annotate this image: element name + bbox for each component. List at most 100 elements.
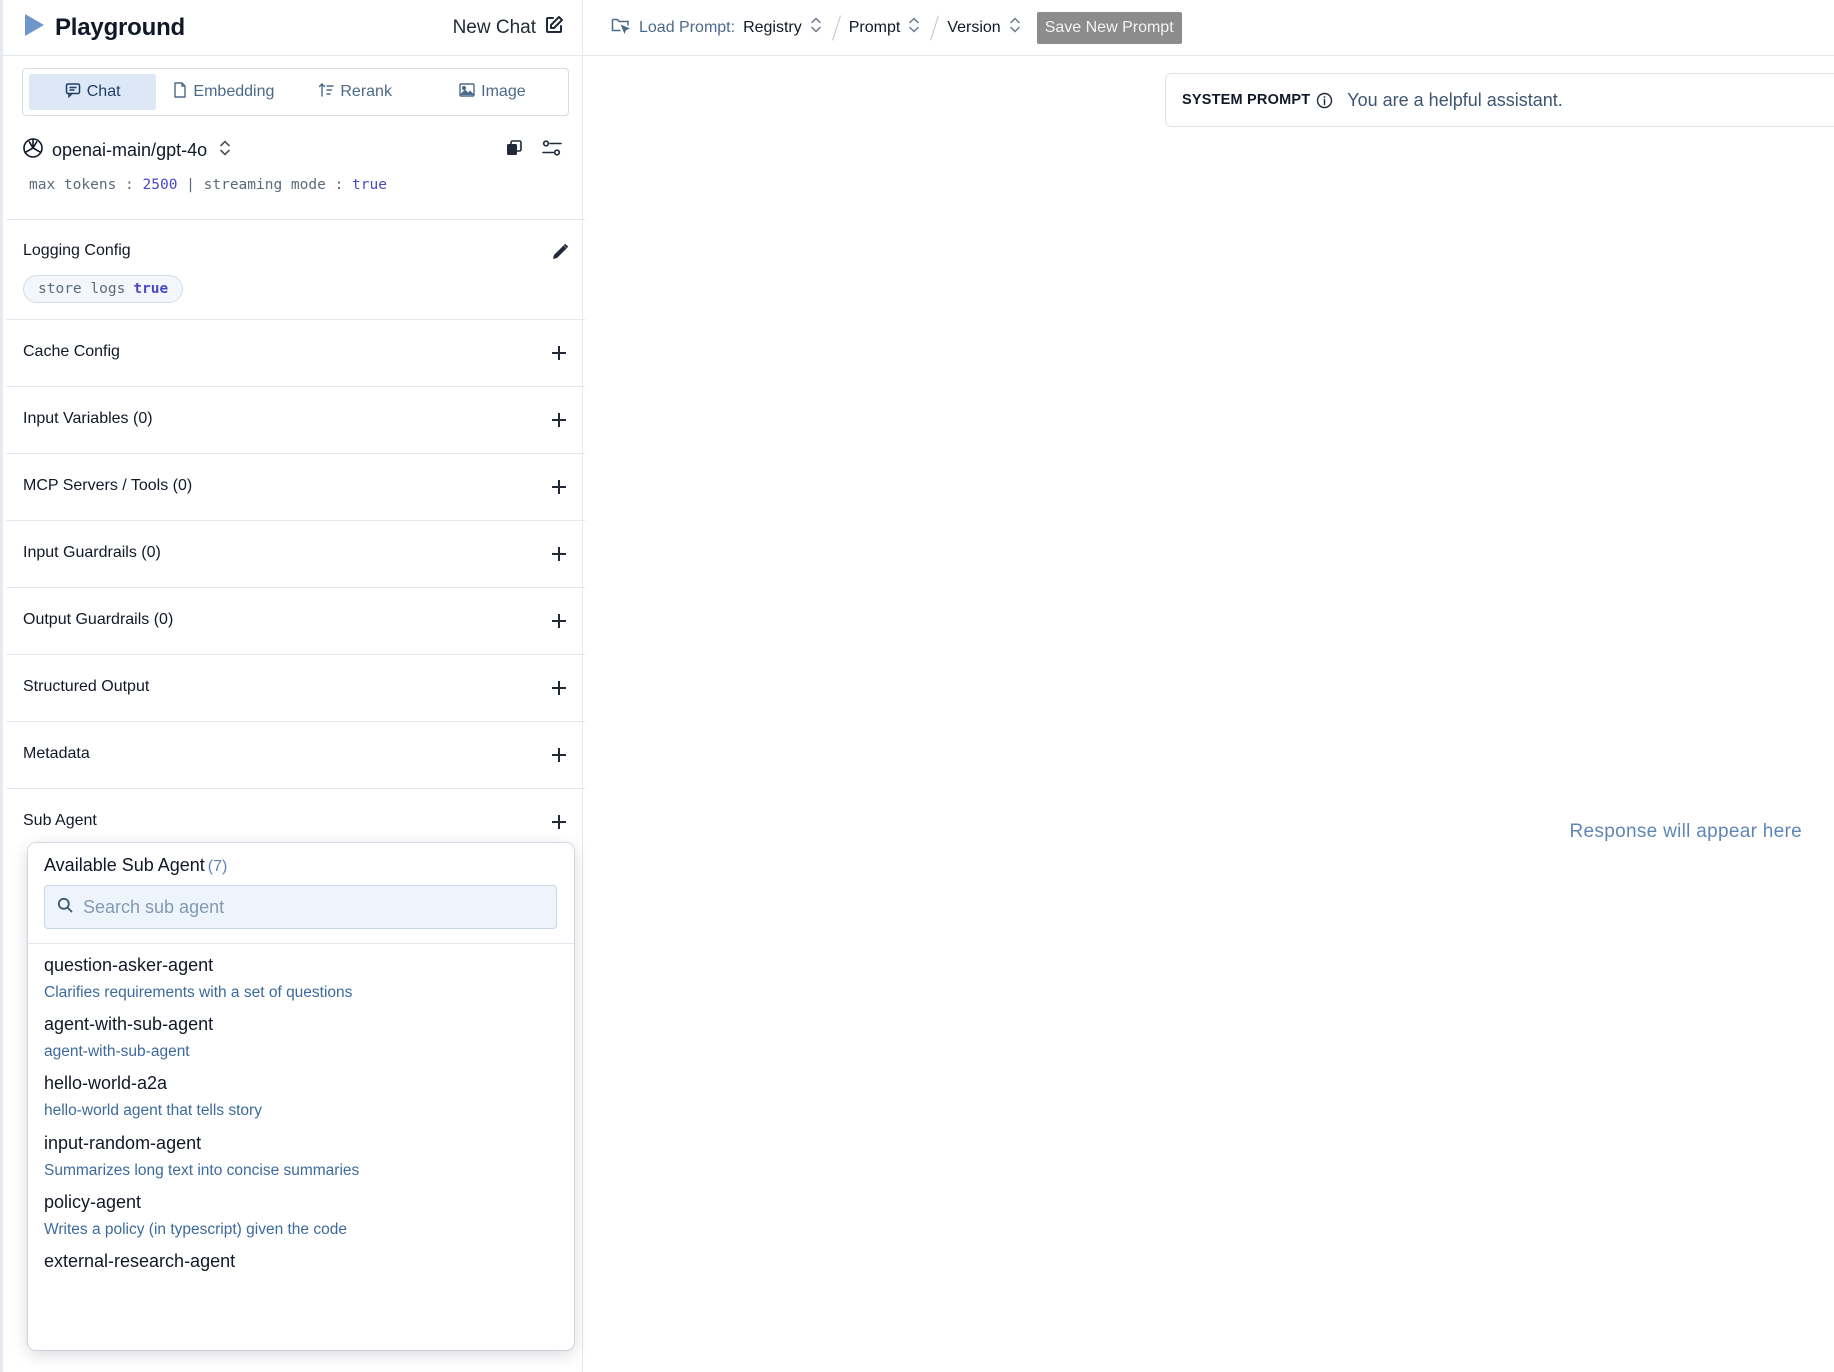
image-icon xyxy=(459,82,475,102)
chip-label: store logs xyxy=(38,281,126,297)
pencil-icon[interactable] xyxy=(551,243,569,266)
openai-logo-icon xyxy=(22,137,44,164)
system-prompt-box[interactable]: SYSTEM PROMPT You are a helpful assistan… xyxy=(1165,73,1834,127)
edit-icon xyxy=(544,15,564,41)
agent-description: Clarifies requirements with a set of que… xyxy=(44,984,353,1001)
section-title: Sub Agent xyxy=(23,812,97,829)
model-actions xyxy=(505,139,569,162)
tab-rerank[interactable]: Rerank xyxy=(292,74,419,110)
section-title: Logging Config xyxy=(23,242,131,259)
section-title: Input Guardrails (0) xyxy=(23,544,161,561)
section-output-guardrails[interactable]: Output Guardrails (0) xyxy=(6,587,585,654)
dropdown-count: (7) xyxy=(207,858,228,875)
section-input-guardrails[interactable]: Input Guardrails (0) xyxy=(6,520,585,587)
load-prompt-label: Load Prompt: xyxy=(639,18,736,36)
search-input[interactable] xyxy=(83,896,523,918)
expand-plus-icon[interactable] xyxy=(550,478,568,496)
tab-label: Image xyxy=(481,83,526,100)
dropdown-divider xyxy=(28,943,574,944)
tab-image[interactable]: Image xyxy=(423,74,562,110)
settings-sliders-icon[interactable] xyxy=(541,139,563,162)
section-input-variables[interactable]: Input Variables (0) xyxy=(6,386,585,453)
chat-bubble-icon xyxy=(65,82,81,103)
tab-label: Rerank xyxy=(340,83,392,100)
sort-icon xyxy=(318,82,335,103)
section-title: Output Guardrails (0) xyxy=(23,611,174,628)
expand-plus-icon[interactable] xyxy=(550,344,568,362)
section-structured-output[interactable]: Structured Output xyxy=(6,654,585,721)
registry-selector[interactable]: Registry xyxy=(743,16,822,39)
list-item[interactable]: external-research-agent xyxy=(44,1251,558,1280)
sub-agent-dropdown: Available Sub Agent(7) question-asker-ag… xyxy=(28,843,574,1350)
section-title: Cache Config xyxy=(23,343,120,360)
list-item[interactable]: agent-with-sub-agent agent-with-sub-agen… xyxy=(44,1014,558,1061)
agent-name: agent-with-sub-agent xyxy=(44,1014,214,1034)
prompt-selector[interactable]: Prompt xyxy=(849,16,921,39)
chevron-up-down-icon xyxy=(908,16,920,39)
dropdown-header: Available Sub Agent (7) xyxy=(44,855,227,876)
expand-plus-icon[interactable] xyxy=(550,545,568,563)
mode-tabs: Chat Embedding Rerank Image xyxy=(22,68,569,116)
tab-chat[interactable]: Chat xyxy=(29,74,157,110)
streaming-value: true xyxy=(352,177,387,193)
agent-name: external-research-agent xyxy=(44,1251,236,1271)
app-title: Playground xyxy=(55,13,186,41)
version-label: Version xyxy=(947,18,1001,36)
new-chat-label: New Chat xyxy=(452,16,536,38)
chevron-up-down-icon xyxy=(1009,16,1021,39)
expand-plus-icon[interactable] xyxy=(550,813,568,831)
info-icon[interactable] xyxy=(1316,92,1333,109)
dropdown-title: Available Sub Agent xyxy=(44,855,205,875)
section-metadata[interactable]: Metadata xyxy=(6,721,585,788)
section-cache-config[interactable]: Cache Config xyxy=(6,319,585,386)
play-logo-icon xyxy=(23,13,45,42)
agent-name: policy-agent xyxy=(44,1192,142,1212)
save-new-prompt-button[interactable]: Save New Prompt xyxy=(1036,11,1182,44)
sub-agent-search xyxy=(44,885,557,929)
expand-plus-icon[interactable] xyxy=(550,612,568,630)
version-selector[interactable]: Version xyxy=(947,16,1020,39)
chip-value: true xyxy=(133,281,169,297)
system-prompt-label: SYSTEM PROMPT xyxy=(1182,92,1311,108)
list-item[interactable]: hello-world-a2a hello-world agent that t… xyxy=(44,1073,558,1120)
system-prompt-text: You are a helpful assistant. xyxy=(1347,89,1563,110)
model-parameters: max tokens : 2500 | streaming mode : tru… xyxy=(29,177,387,193)
section-title: Input Variables (0) xyxy=(23,410,153,427)
document-icon xyxy=(173,81,187,103)
section-title: Structured Output xyxy=(23,678,150,695)
brand: Playground xyxy=(23,13,185,42)
streaming-label: streaming mode : xyxy=(203,177,344,193)
param-separator: | xyxy=(186,177,195,193)
breadcrumb-divider xyxy=(831,14,841,41)
agent-description: Summarizes long text into concise summar… xyxy=(44,1162,360,1179)
model-name: openai-main/gpt-4o xyxy=(52,139,208,160)
tab-embedding[interactable]: Embedding xyxy=(160,74,287,110)
list-item[interactable]: input-random-agent Summarizes long text … xyxy=(44,1133,558,1180)
model-selector[interactable]: openai-main/gpt-4o xyxy=(22,136,569,164)
agent-description: Writes a policy (in typescript) given th… xyxy=(44,1221,347,1238)
prompt-toolbar: Load Prompt: Registry Prompt Version Sav… xyxy=(583,0,1834,56)
expand-plus-icon[interactable] xyxy=(550,411,568,429)
list-item[interactable]: policy-agent Writes a policy (in typescr… xyxy=(44,1192,558,1239)
section-title: MCP Servers / Tools (0) xyxy=(23,477,193,494)
chevron-up-down-icon xyxy=(219,139,231,162)
agent-description: hello-world agent that tells story xyxy=(44,1102,262,1119)
agent-name: input-random-agent xyxy=(44,1133,202,1153)
new-chat-button[interactable]: New Chat xyxy=(453,15,564,41)
expand-plus-icon[interactable] xyxy=(550,746,568,764)
expand-plus-icon[interactable] xyxy=(550,679,568,697)
copy-icon[interactable] xyxy=(505,139,523,162)
sidebar-header: Playground New Chat xyxy=(3,0,582,56)
agent-name: hello-world-a2a xyxy=(44,1073,168,1093)
agent-description: agent-with-sub-agent xyxy=(44,1043,190,1060)
breadcrumb-divider xyxy=(930,14,940,41)
prompt-label: Prompt xyxy=(848,18,901,36)
max-tokens-label: max tokens : xyxy=(29,177,134,193)
tab-label: Chat xyxy=(86,83,121,100)
response-placeholder: Response will appear here xyxy=(1569,821,1802,842)
store-logs-chip: store logs true xyxy=(23,275,184,303)
list-item[interactable]: question-asker-agent Clarifies requireme… xyxy=(44,955,558,1002)
chevron-up-down-icon xyxy=(810,16,822,39)
section-mcp-servers-tools[interactable]: MCP Servers / Tools (0) xyxy=(6,453,585,520)
agent-name: question-asker-agent xyxy=(44,955,214,975)
